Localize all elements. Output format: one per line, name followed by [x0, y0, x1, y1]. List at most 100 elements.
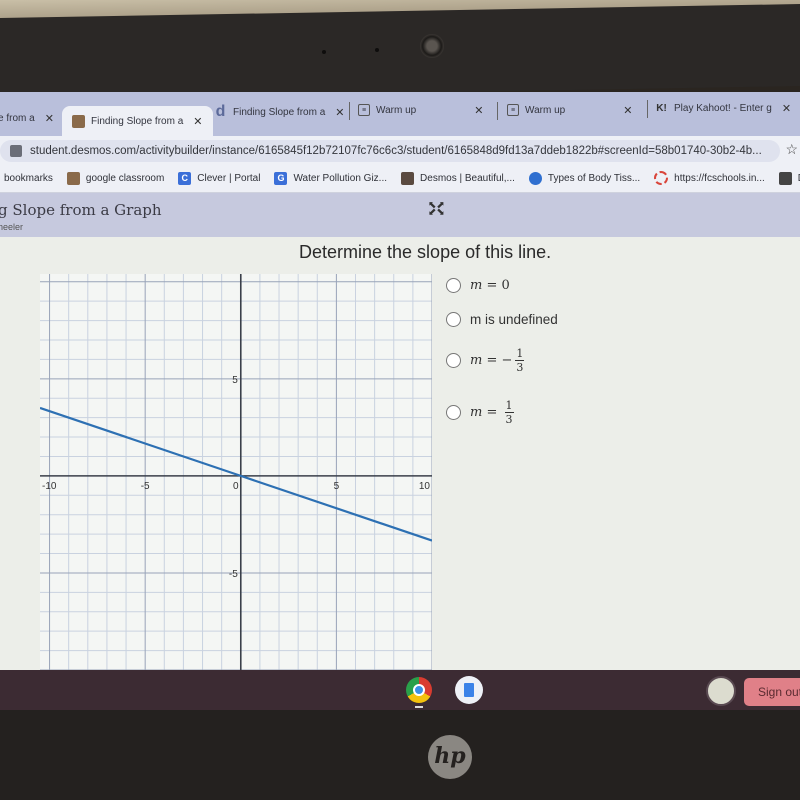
url-input[interactable]: student.desmos.com/activitybuilder/insta… — [0, 140, 780, 162]
site-info-icon[interactable] — [10, 145, 22, 157]
slides-icon: ≡ — [507, 104, 519, 116]
radio-button[interactable] — [446, 353, 461, 368]
numerator: 1 — [505, 399, 513, 412]
choice-m-equals-0[interactable]: m = 0 — [446, 278, 510, 293]
bookmark-item[interactable]: C Clever | Portal — [178, 171, 261, 185]
school-icon — [778, 171, 792, 185]
tab-3[interactable]: ≡ Warm up ✕ — [358, 96, 483, 124]
close-icon[interactable]: ✕ — [335, 106, 344, 119]
bookmark-star-icon[interactable]: ☆ — [785, 141, 798, 158]
clever-icon: C — [178, 171, 192, 185]
desmos-d-icon: d — [215, 103, 226, 120]
user-avatar[interactable] — [706, 676, 736, 706]
webcam — [420, 34, 444, 58]
close-icon[interactable]: ✕ — [474, 104, 483, 117]
math-op: = — [486, 278, 498, 293]
math-op: = — [486, 405, 498, 420]
tab-separator — [497, 102, 498, 120]
bookmark-item[interactable]: G Water Pollution Giz... — [274, 171, 388, 185]
slides-icon: ≡ — [358, 104, 370, 116]
bookmark-item[interactable]: Desmos | Beautiful,... — [401, 171, 515, 185]
microphone-hole — [375, 48, 379, 52]
denominator: 3 — [516, 361, 524, 374]
close-icon[interactable]: ✕ — [193, 115, 202, 128]
hp-logo: hp — [428, 735, 472, 779]
tab-title: Finding Slope from a — [233, 106, 326, 118]
bookmark-item[interactable]: De — [778, 171, 800, 185]
tab-0[interactable]: e from a ✕ — [0, 104, 54, 132]
math-op: = — [486, 353, 498, 368]
math-sign: − — [501, 353, 513, 368]
activity-header: g Slope from a Graph heeler ⬉⬈ ⬋⬊ — [0, 193, 800, 237]
math-value: 0 — [501, 278, 510, 293]
tab-title: Play Kahoot! - Enter g — [674, 102, 772, 114]
fraction: 1 3 — [515, 347, 525, 374]
bookmarks-bar: bookmarks google classroom C Clever | Po… — [0, 164, 800, 193]
close-icon[interactable]: ✕ — [623, 104, 632, 117]
teacher-name: heeler — [0, 222, 24, 232]
radio-button[interactable] — [446, 312, 461, 327]
activity-title: g Slope from a Graph — [0, 201, 162, 219]
bookmark-label: Desmos | Beautiful,... — [420, 172, 515, 184]
x-tick-label: -10 — [42, 481, 57, 492]
tab-2[interactable]: d Finding Slope from a ✕ — [214, 98, 345, 126]
running-indicator — [415, 706, 423, 708]
bookmark-label: Water Pollution Giz... — [293, 172, 388, 184]
shelf-taskbar: Sign out — [0, 670, 800, 710]
close-icon[interactable]: ✕ — [45, 112, 54, 125]
math-var: m — [470, 278, 483, 293]
tab-title: Finding Slope from a — [91, 115, 184, 127]
tab-title: e from a — [0, 112, 35, 124]
docs-icon[interactable] — [455, 676, 483, 704]
chrome-icon[interactable] — [406, 677, 432, 703]
microphone-hole — [322, 50, 326, 54]
tab-1-active[interactable]: Finding Slope from a ✕ — [62, 106, 213, 136]
gizmos-icon: G — [274, 171, 288, 185]
fraction: 1 3 — [504, 399, 514, 426]
tab-5[interactable]: K! Play Kahoot! - Enter g ✕ — [655, 94, 791, 122]
bookmark-item[interactable]: https://fcschools.in... — [654, 171, 765, 185]
bookmark-item[interactable]: google classroom — [66, 171, 165, 185]
graph: -10 -5 0 5 10 5 -5 — [40, 274, 432, 670]
tab-title: Warm up — [376, 104, 417, 116]
radio-button[interactable] — [446, 405, 461, 420]
close-icon[interactable]: ✕ — [782, 102, 791, 115]
laptop-bezel-bottom — [0, 710, 800, 800]
screen: e from a ✕ Finding Slope from a ✕ d Find… — [0, 92, 800, 670]
sign-out-button[interactable]: Sign out — [744, 678, 800, 706]
y-tick-label: -5 — [229, 569, 238, 580]
address-bar-area: student.desmos.com/activitybuilder/insta… — [0, 136, 800, 164]
denominator: 3 — [505, 413, 513, 426]
numerator: 1 — [516, 347, 524, 360]
bookmark-label: https://fcschools.in... — [674, 172, 765, 184]
radio-button[interactable] — [446, 278, 461, 293]
choice-text: m is undefined — [470, 312, 558, 327]
bookmark-item[interactable]: bookmarks — [4, 173, 53, 184]
y-tick-label: 5 — [232, 375, 238, 386]
choice-m-undefined[interactable]: m is undefined — [446, 312, 558, 327]
choice-m-one-third[interactable]: m = 1 3 — [446, 400, 514, 425]
classroom-icon — [66, 171, 80, 185]
x-tick-label: -5 — [141, 481, 150, 492]
x-tick-label: 5 — [334, 481, 340, 492]
laptop-bezel-top — [0, 4, 800, 100]
question-prompt: Determine the slope of this line. — [299, 242, 552, 262]
url-text: student.desmos.com/activitybuilder/insta… — [30, 145, 762, 157]
x-tick-label: 10 — [419, 481, 431, 492]
bookmark-item[interactable]: Types of Body Tiss... — [528, 171, 641, 185]
choice-m-neg-one-third[interactable]: m = − 1 3 — [446, 347, 525, 374]
bookmark-label: Clever | Portal — [197, 172, 261, 184]
expand-icon[interactable]: ⬉⬈ ⬋⬊ — [428, 201, 445, 218]
x-tick-label: 0 — [233, 481, 239, 492]
choice-math: m = 1 3 — [470, 400, 514, 425]
desmos-icon — [401, 171, 415, 185]
math-var: m — [470, 353, 483, 368]
tab-separator — [647, 100, 648, 118]
bookmark-label: google classroom — [85, 172, 165, 184]
series-line — [40, 406, 432, 542]
math-var: m — [470, 405, 483, 420]
compass-icon — [528, 171, 542, 185]
tab-4[interactable]: ≡ Warm up ✕ — [507, 96, 632, 124]
bookmark-label: Types of Body Tiss... — [547, 172, 641, 184]
choice-math: m = − 1 3 — [470, 347, 525, 374]
